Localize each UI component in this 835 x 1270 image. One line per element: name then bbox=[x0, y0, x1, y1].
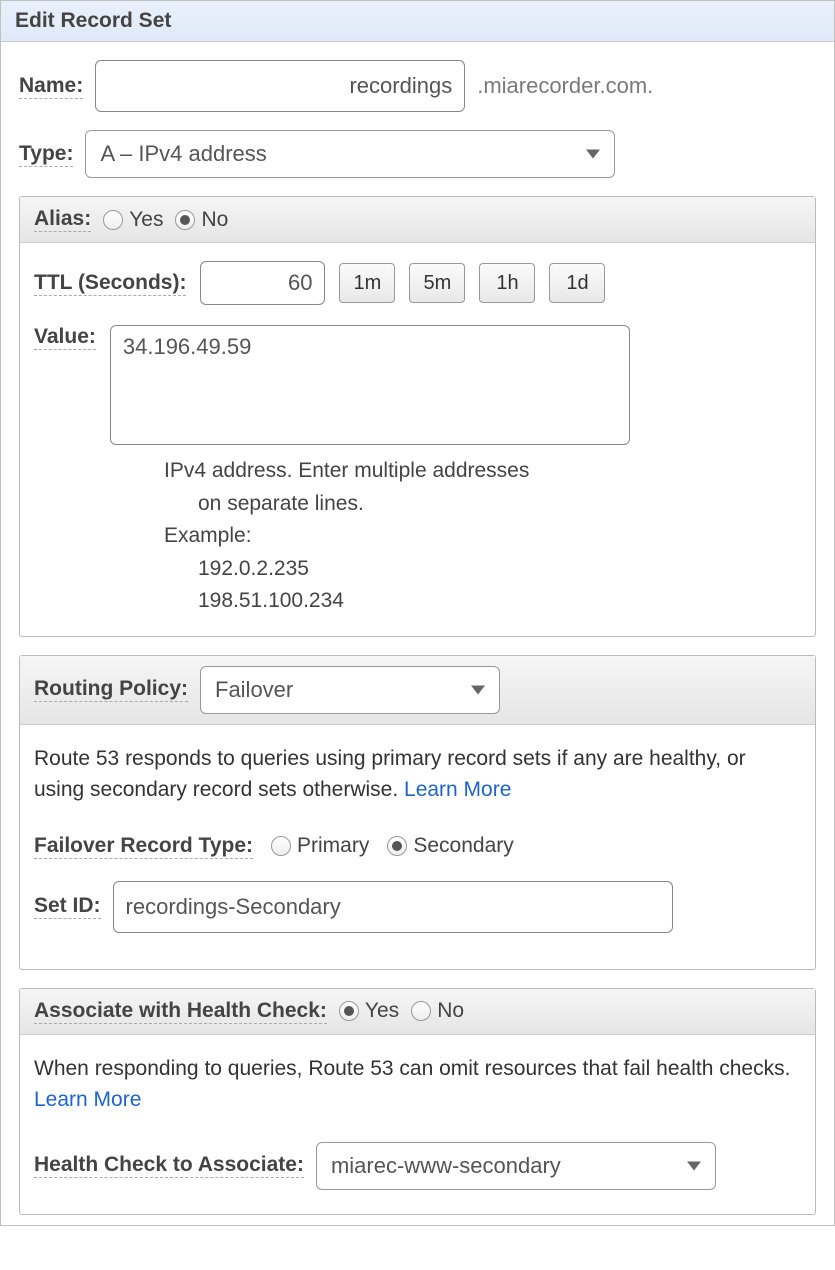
setid-row: Set ID: bbox=[34, 881, 801, 933]
setid-input[interactable] bbox=[113, 881, 673, 933]
value-help: IPv4 address. Enter multiple addresses o… bbox=[164, 455, 801, 618]
health-check-no-radio[interactable]: No bbox=[411, 999, 464, 1023]
ttl-preset-1d[interactable]: 1d bbox=[549, 263, 605, 303]
name-label: Name: bbox=[19, 74, 83, 99]
panel-title: Edit Record Set bbox=[1, 1, 834, 42]
name-input[interactable] bbox=[95, 60, 465, 112]
health-check-yes-radio[interactable]: Yes bbox=[339, 999, 399, 1023]
alias-label: Alias: bbox=[34, 207, 91, 232]
ttl-preset-5m[interactable]: 5m bbox=[409, 263, 465, 303]
health-check-associate-select[interactable]: miarec-www-secondary bbox=[316, 1142, 716, 1190]
routing-policy-value: Failover bbox=[215, 677, 293, 703]
chevron-down-icon bbox=[687, 1161, 701, 1170]
health-check-associate-label: Health Check to Associate: bbox=[34, 1153, 304, 1178]
routing-policy-label: Routing Policy: bbox=[34, 677, 188, 702]
failover-type-row: Failover Record Type: Primary Secondary bbox=[34, 834, 801, 859]
health-check-panel: Associate with Health Check: Yes No When… bbox=[19, 988, 816, 1215]
routing-policy-select[interactable]: Failover bbox=[200, 666, 500, 714]
setid-label: Set ID: bbox=[34, 894, 101, 919]
routing-policy-panel: Routing Policy: Failover Route 53 respon… bbox=[19, 655, 816, 970]
ttl-input[interactable] bbox=[200, 261, 325, 305]
ttl-label: TTL (Seconds): bbox=[34, 271, 186, 296]
alias-no-radio[interactable]: No bbox=[175, 208, 228, 232]
ttl-row: TTL (Seconds): 1m 5m 1h 1d bbox=[34, 261, 801, 305]
health-check-associate-value: miarec-www-secondary bbox=[331, 1153, 561, 1179]
type-row: Type: A – IPv4 address bbox=[19, 130, 816, 178]
routing-policy-description: Route 53 responds to queries using prima… bbox=[34, 743, 801, 806]
value-label: Value: bbox=[34, 325, 96, 350]
edit-record-set-panel: Edit Record Set Name: .miarecorder.com. … bbox=[0, 0, 835, 1226]
type-select-value: A – IPv4 address bbox=[100, 141, 266, 167]
alias-panel: Alias: Yes No TTL (Seconds): 1m 5m 1h 1d bbox=[19, 196, 816, 637]
alias-yes-radio[interactable]: Yes bbox=[103, 208, 163, 232]
domain-suffix: .miarecorder.com. bbox=[477, 73, 653, 99]
health-check-associate-row: Health Check to Associate: miarec-www-se… bbox=[34, 1142, 801, 1190]
value-textarea[interactable] bbox=[110, 325, 630, 445]
health-check-label: Associate with Health Check: bbox=[34, 999, 327, 1024]
health-check-learn-more-link[interactable]: Learn More bbox=[34, 1088, 141, 1111]
failover-type-label: Failover Record Type: bbox=[34, 834, 253, 859]
chevron-down-icon bbox=[471, 685, 485, 694]
ttl-preset-1h[interactable]: 1h bbox=[479, 263, 535, 303]
failover-primary-radio[interactable]: Primary bbox=[271, 834, 369, 858]
health-check-description: When responding to queries, Route 53 can… bbox=[34, 1053, 801, 1116]
failover-secondary-radio[interactable]: Secondary bbox=[387, 834, 513, 858]
type-label: Type: bbox=[19, 142, 73, 167]
type-select[interactable]: A – IPv4 address bbox=[85, 130, 615, 178]
routing-learn-more-link[interactable]: Learn More bbox=[404, 778, 511, 801]
name-row: Name: .miarecorder.com. bbox=[19, 60, 816, 112]
chevron-down-icon bbox=[586, 150, 600, 159]
ttl-preset-1m[interactable]: 1m bbox=[339, 263, 395, 303]
value-row: Value: bbox=[34, 325, 801, 445]
